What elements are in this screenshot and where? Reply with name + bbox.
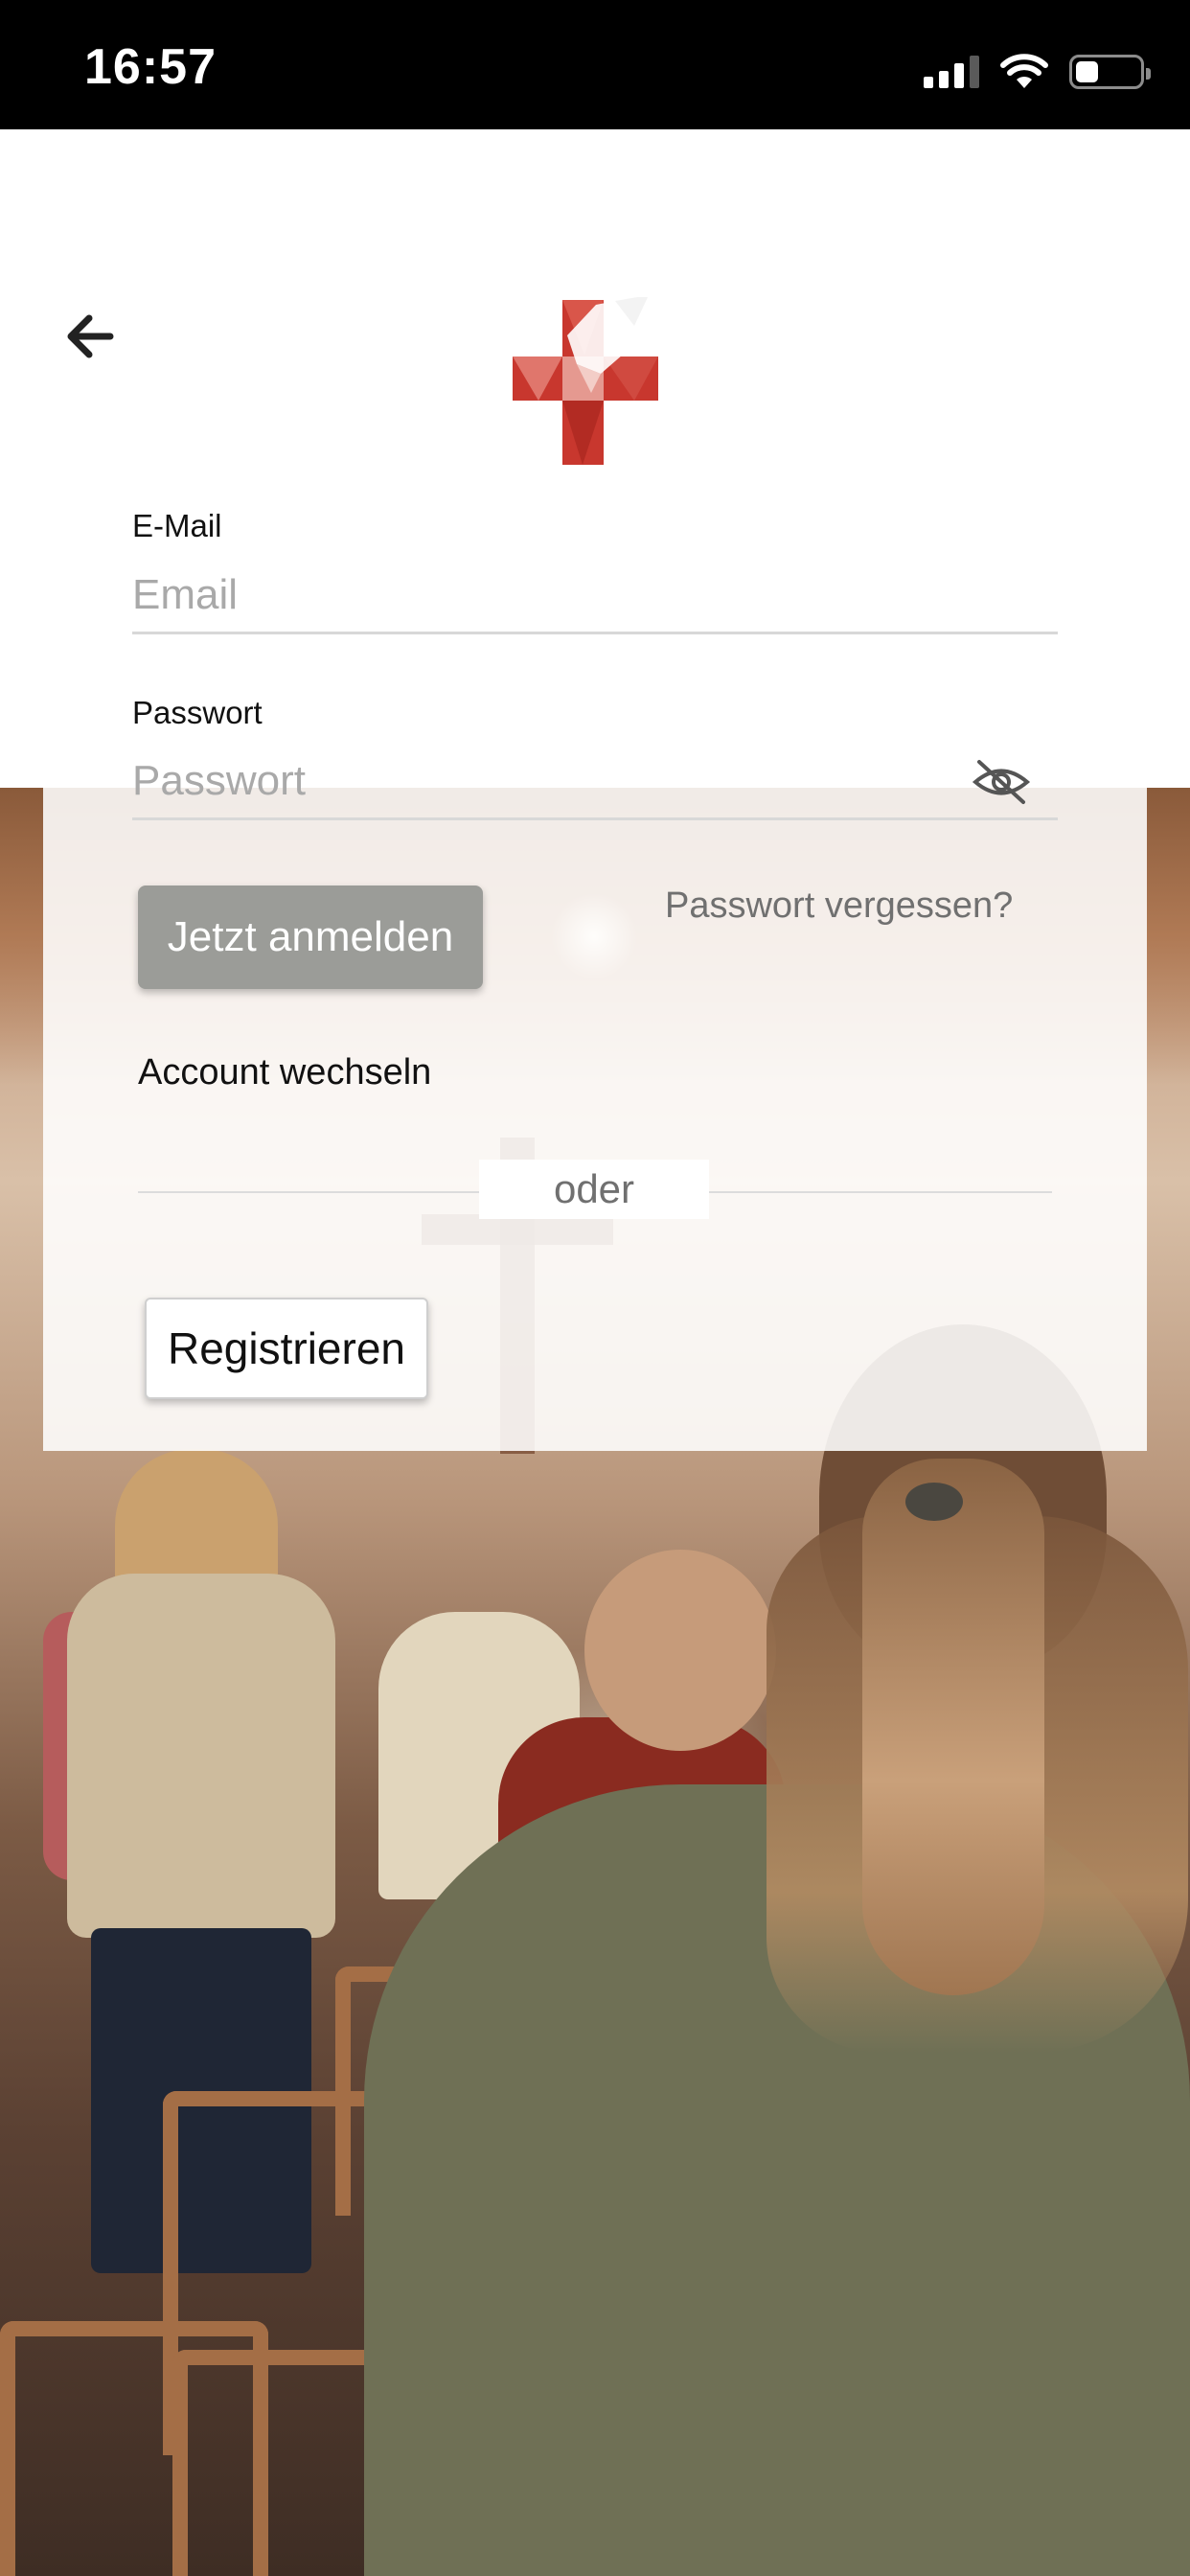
battery-level xyxy=(1076,61,1098,82)
switch-account-link[interactable]: Account wechseln xyxy=(138,1052,431,1093)
password-label: Passwort xyxy=(132,695,263,730)
divider-label: oder xyxy=(553,1166,635,1211)
battery-icon xyxy=(1069,55,1151,89)
password-visibility-toggle[interactable] xyxy=(968,753,1035,811)
status-bar: 16:57 xyxy=(0,0,1190,129)
email-field[interactable] xyxy=(132,558,1058,634)
login-button[interactable]: Jetzt anmelden xyxy=(138,886,483,989)
status-icons xyxy=(924,48,1151,96)
password-field[interactable] xyxy=(132,744,1058,820)
arrow-left-icon xyxy=(67,314,114,358)
divider: oder xyxy=(479,1160,709,1219)
wifi-icon xyxy=(1000,54,1048,88)
forgot-password-link[interactable]: Passwort vergessen? xyxy=(665,886,1013,927)
cellular-signal-icon xyxy=(924,56,979,88)
red-cross-dove-logo xyxy=(513,297,658,465)
back-button[interactable] xyxy=(56,303,123,370)
status-time: 16:57 xyxy=(84,39,217,95)
eye-slash-icon xyxy=(972,760,1031,804)
email-label: E-Mail xyxy=(132,508,222,543)
register-button[interactable]: Registrieren xyxy=(145,1298,428,1399)
